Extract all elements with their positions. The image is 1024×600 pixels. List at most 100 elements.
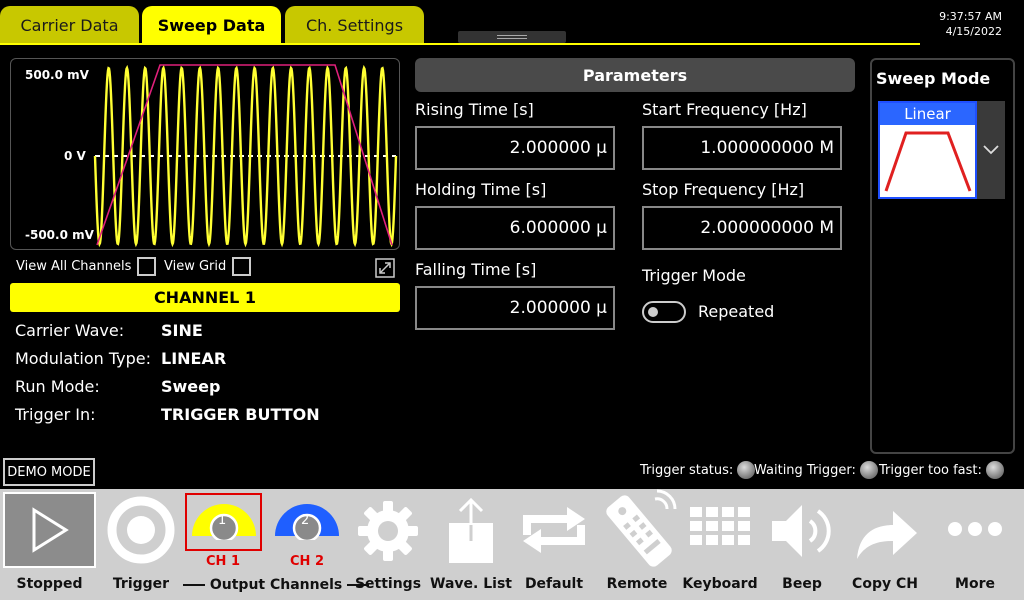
info-key: Run Mode: bbox=[15, 377, 100, 396]
settings-label: Settings bbox=[354, 576, 422, 592]
sweep-mode-selected-label: Linear bbox=[880, 103, 975, 125]
view-all-channels-checkbox[interactable] bbox=[137, 257, 157, 276]
info-key: Carrier Wave: bbox=[15, 321, 125, 340]
chevron-down-icon bbox=[983, 145, 999, 155]
waveform-preview: 500.0 mV 0 V -500.0 mV bbox=[10, 58, 400, 250]
tab-carrier-data[interactable]: Carrier Data bbox=[0, 6, 139, 44]
trigger-status: Trigger status: bbox=[640, 461, 756, 479]
upload-icon bbox=[449, 497, 493, 563]
waiting-trigger-label: Waiting Trigger: bbox=[754, 462, 856, 478]
y-max-label: 500.0 mV bbox=[25, 68, 89, 82]
default-label: Default bbox=[524, 576, 584, 592]
view-all-channels-label: View All Channels bbox=[16, 259, 132, 274]
info-value: LINEAR bbox=[161, 349, 227, 368]
trigger-too-fast-status: Trigger too fast: bbox=[879, 461, 1004, 479]
beep-button[interactable]: Beep bbox=[762, 489, 842, 600]
holding-time-label: Holding Time [s] bbox=[415, 180, 547, 199]
ch1-label: CH 1 bbox=[206, 554, 240, 569]
trigger-mode-label: Trigger Mode bbox=[642, 266, 746, 285]
beep-label: Beep bbox=[782, 576, 822, 592]
sweep-mode-selected[interactable]: Linear bbox=[878, 101, 977, 199]
trigger-button[interactable]: Trigger bbox=[99, 489, 183, 600]
info-key: Modulation Type: bbox=[15, 349, 152, 368]
trigger-mode-value: Repeated bbox=[698, 302, 775, 321]
trigger-status-led bbox=[737, 461, 756, 479]
rising-time-label: Rising Time [s] bbox=[415, 100, 534, 119]
start-frequency-field[interactable]: 1.000000000 M bbox=[642, 126, 842, 170]
output-channels-label: Output Channels bbox=[183, 577, 370, 593]
stop-frequency-label: Stop Frequency [Hz] bbox=[642, 180, 805, 199]
info-key: Trigger In: bbox=[15, 405, 96, 424]
linear-sweep-icon bbox=[884, 131, 972, 192]
info-carrier-wave: Carrier Wave: SINE bbox=[15, 321, 203, 340]
stopped-button[interactable]: Stopped bbox=[0, 489, 99, 600]
waiting-trigger-led bbox=[859, 461, 878, 479]
ch2-number: 2 bbox=[301, 513, 310, 528]
speaker-icon bbox=[772, 505, 831, 557]
trigger-mode-toggle[interactable] bbox=[642, 301, 686, 323]
view-all-channels-option[interactable]: View All Channels bbox=[16, 257, 157, 276]
trigger-label: Trigger bbox=[112, 576, 170, 592]
info-value: SINE bbox=[161, 321, 203, 340]
view-grid-option[interactable]: View Grid bbox=[164, 257, 252, 276]
info-value: TRIGGER BUTTON bbox=[161, 405, 320, 424]
clock-date: 4/15/2022 bbox=[945, 25, 1002, 38]
parameters-header: Parameters bbox=[415, 58, 855, 92]
info-run-mode: Run Mode: Sweep bbox=[15, 377, 220, 396]
sweep-mode-title: Sweep Mode bbox=[876, 69, 991, 88]
keyboard-icon bbox=[690, 507, 750, 545]
view-grid-checkbox[interactable] bbox=[232, 257, 252, 276]
stopped-label: Stopped bbox=[16, 576, 83, 592]
keyboard-label: Keyboard bbox=[682, 576, 758, 592]
remote-button[interactable]: Remote bbox=[597, 489, 677, 600]
remote-icon bbox=[606, 489, 677, 567]
keyboard-button[interactable]: Keyboard bbox=[680, 489, 760, 600]
remote-label: Remote bbox=[606, 576, 668, 592]
carrier-wave bbox=[93, 64, 398, 248]
rising-time-field[interactable]: 2.000000 µ bbox=[415, 126, 615, 170]
channel-banner: CHANNEL 1 bbox=[10, 283, 400, 312]
wave-list-button[interactable]: Wave. List bbox=[430, 489, 512, 600]
more-label: More bbox=[955, 576, 995, 592]
sweep-mode-dropdown[interactable] bbox=[977, 101, 1005, 199]
stop-frequency-field[interactable]: 2.000000000 M bbox=[642, 206, 842, 250]
more-icon bbox=[948, 522, 1002, 536]
ch1-number: 1 bbox=[218, 513, 227, 528]
clock: 9:37:57 AM 4/15/2022 bbox=[939, 9, 1002, 39]
ch2-label: CH 2 bbox=[290, 554, 324, 569]
tab-ch-settings[interactable]: Ch. Settings bbox=[285, 6, 424, 44]
y-min-label: -500.0 mV bbox=[25, 228, 94, 242]
trigger-too-fast-label: Trigger too fast: bbox=[879, 462, 982, 478]
info-modulation-type: Modulation Type: LINEAR bbox=[15, 349, 226, 368]
holding-time-field[interactable]: 6.000000 µ bbox=[415, 206, 615, 250]
start-frequency-label: Start Frequency [Hz] bbox=[642, 100, 807, 119]
copy-ch-button[interactable]: Copy CH bbox=[845, 489, 925, 600]
refresh-icon bbox=[523, 507, 585, 553]
waiting-trigger-status: Waiting Trigger: bbox=[754, 461, 878, 479]
falling-time-label: Falling Time [s] bbox=[415, 260, 537, 279]
copy-ch-label: Copy CH bbox=[852, 576, 918, 592]
trigger-icon bbox=[107, 496, 175, 564]
default-button[interactable]: Default bbox=[515, 489, 593, 600]
settings-button[interactable]: Settings bbox=[352, 489, 424, 600]
tab-sweep-data[interactable]: Sweep Data bbox=[142, 6, 281, 44]
toggle-knob bbox=[648, 307, 658, 317]
pull-down-handle[interactable] bbox=[458, 31, 566, 43]
trigger-status-label: Trigger status: bbox=[640, 462, 734, 478]
expand-icon[interactable] bbox=[375, 258, 395, 278]
share-arrow-icon bbox=[857, 511, 917, 559]
wave-list-label: Wave. List bbox=[430, 576, 512, 592]
y-mid-label: 0 V bbox=[64, 149, 86, 163]
view-grid-label: View Grid bbox=[164, 259, 227, 274]
info-trigger-in: Trigger In: TRIGGER BUTTON bbox=[15, 405, 320, 424]
falling-time-field[interactable]: 2.000000 µ bbox=[415, 286, 615, 330]
output-channels-text: Output Channels bbox=[209, 577, 343, 593]
gear-icon bbox=[358, 501, 418, 561]
play-icon bbox=[32, 507, 69, 553]
info-value: Sweep bbox=[161, 377, 221, 396]
tab-underline bbox=[0, 43, 920, 45]
more-button[interactable]: More bbox=[935, 489, 1015, 600]
trigger-too-fast-led bbox=[985, 461, 1004, 479]
clock-time: 9:37:57 AM bbox=[939, 10, 1002, 23]
demo-mode-badge: DEMO MODE bbox=[3, 458, 95, 486]
